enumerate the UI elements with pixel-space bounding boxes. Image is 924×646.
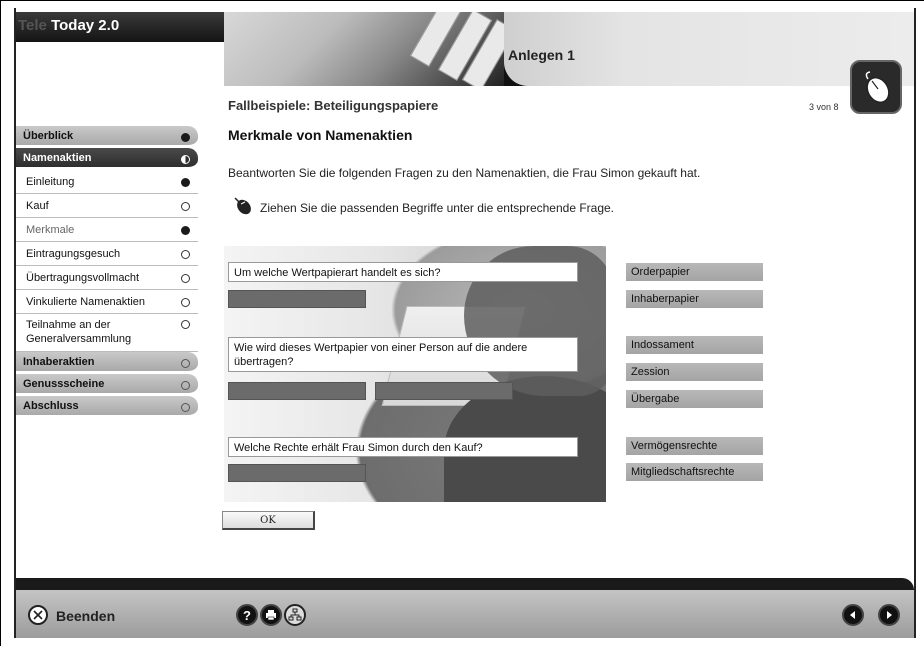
instruction-text: Ziehen Sie die passenden Begriffe unter … [260,201,615,215]
question-2: Wie wird dieses Wertpapier von einer Per… [228,337,578,372]
window-edge-right [914,8,916,638]
close-icon[interactable] [28,605,48,625]
status-empty-icon [181,298,190,307]
help-icon[interactable]: ? [236,604,258,626]
status-empty-icon [181,381,190,390]
app-logo: Tele Today 2.0 [18,17,228,34]
sidebar-nav: Überblick Namenaktien Einleitung Kauf Me… [16,126,198,418]
intro-text: Beantworten Sie die folgenden Fragen zu … [228,166,701,180]
app-title: Today 2.0 [51,17,120,34]
sidebar-item-generalversammlung[interactable]: Teilnahme an der Generalversammlung [16,314,198,352]
sidebar-section-inhaberaktien[interactable]: Inhaberaktien [16,352,198,374]
footer-divider [16,578,914,590]
status-empty-icon [181,274,190,283]
sidebar-section-label: Inhaberaktien [23,355,95,368]
status-empty-icon [181,403,190,412]
status-empty-icon [181,202,190,211]
status-half-icon [181,155,190,164]
sidebar-item-merkmale[interactable]: Merkmale [16,218,198,242]
sidebar-section-ueberblick[interactable]: Überblick [16,126,198,148]
status-filled-icon [181,178,190,187]
mouse-icon [850,60,902,114]
quit-button-label[interactable]: Beenden [56,608,115,624]
sidebar-item-label: Vinkulierte Namenaktien [26,295,146,308]
term-vermoegensrechte[interactable]: Vermögensrechte [626,437,763,455]
sidebar-item-label: Kauf [26,199,49,212]
drop-zone[interactable] [375,382,513,400]
question-3: Welche Rechte erhält Frau Simon durch de… [228,437,578,457]
status-empty-icon [181,320,190,329]
drag-mouse-icon [232,194,254,221]
breadcrumb: Fallbeispiele: Beteiligungspapiere [228,98,439,113]
sidebar-section-label: Namenaktien [23,151,92,164]
term-uebergabe[interactable]: Übergabe [626,390,763,408]
status-empty-icon [181,359,190,368]
sidebar-section-namenaktien[interactable]: Namenaktien [16,148,198,170]
term-mitgliedschaftsrechte[interactable]: Mitgliedschaftsrechte [626,463,763,481]
page-counter: 3 von 8 [809,102,839,112]
page-title: Merkmale von Namenaktien [228,127,413,143]
sidebar-item-einleitung[interactable]: Einleitung [16,170,198,194]
status-empty-icon [181,250,190,259]
sidebar-item-label: Merkmale [26,223,75,236]
status-filled-icon [181,133,190,142]
print-icon[interactable] [260,604,282,626]
ok-button[interactable]: OK [222,511,315,530]
drop-zone[interactable] [228,464,366,482]
drop-zone[interactable] [228,382,366,400]
footer-bar [16,590,914,638]
module-title: Anlegen 1 [508,47,575,63]
sidebar-section-genussscheine[interactable]: Genussscheine [16,374,198,396]
sidebar-item-label: Einleitung [26,175,75,188]
question-1: Um welche Wertpapierart handelt es sich? [228,262,578,282]
banner-photo [224,12,517,86]
term-orderpapier[interactable]: Orderpapier [626,263,763,281]
sidebar-section-abschluss[interactable]: Abschluss [16,396,198,418]
sidebar-item-eintragungsgesuch[interactable]: Eintragungsgesuch [16,242,198,266]
sidebar-section-label: Überblick [23,129,74,142]
back-icon[interactable] [842,604,864,626]
forward-icon[interactable] [878,604,900,626]
sidebar-section-label: Abschluss [23,399,79,412]
term-indossament[interactable]: Indossament [626,336,763,354]
status-filled-icon [181,226,190,235]
sidebar-item-label: Teilnahme an der Generalversammlung [26,319,132,345]
sidebar-item-uebertragungsvollmacht[interactable]: Übertragungsvollmacht [16,266,198,290]
network-icon[interactable] [284,604,306,626]
sidebar-item-label: Eintragungsgesuch [26,247,121,260]
sidebar-item-kauf[interactable]: Kauf [16,194,198,218]
term-zession[interactable]: Zession [626,363,763,381]
sidebar-section-label: Genussscheine [23,377,105,390]
sidebar-item-label: Übertragungsvollmacht [26,271,140,284]
app-logo-prefix: Tele [18,17,47,34]
drop-zone[interactable] [228,290,366,308]
term-inhaberpapier[interactable]: Inhaberpapier [626,290,763,308]
sidebar-item-vinkulierte-namenaktien[interactable]: Vinkulierte Namenaktien [16,290,198,314]
